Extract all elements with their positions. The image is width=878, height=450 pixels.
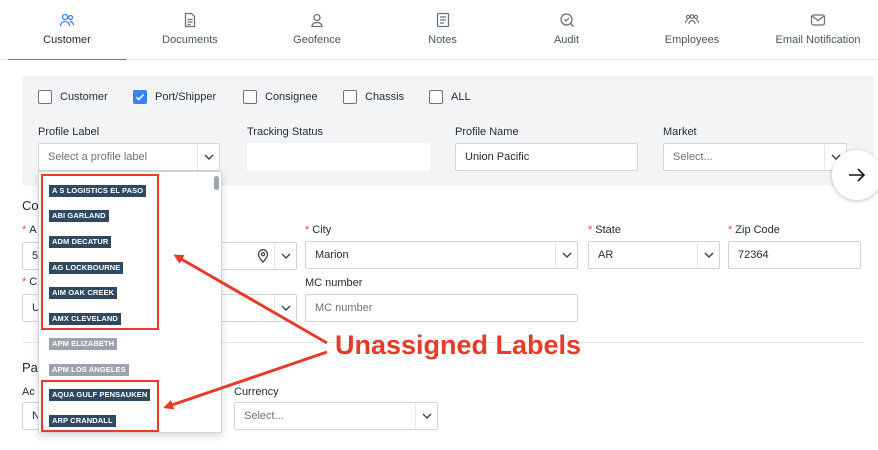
annotation-text: Unassigned Labels xyxy=(335,330,582,360)
arrow-to-bottom-group xyxy=(163,350,328,410)
annotation-arrows xyxy=(163,254,328,410)
arrow-to-top-group xyxy=(173,254,328,345)
